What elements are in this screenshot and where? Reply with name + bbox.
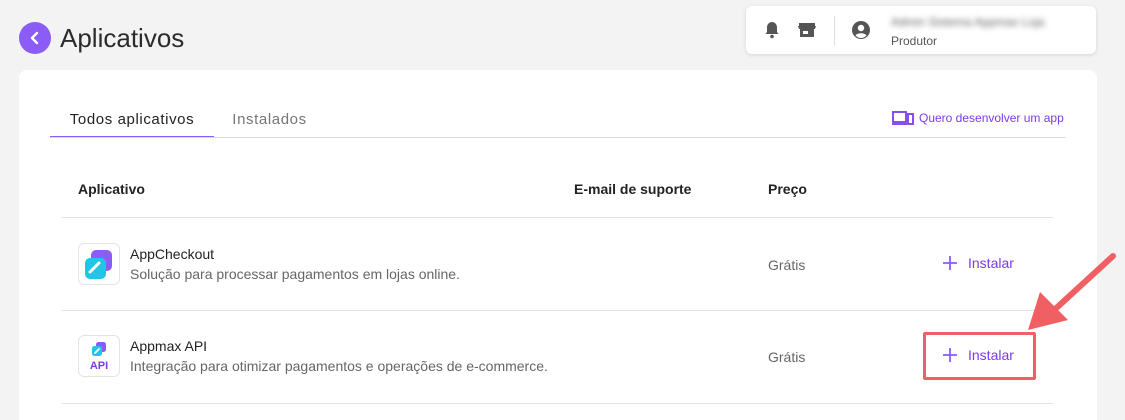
install-button-appcheckout[interactable]: Instalar xyxy=(942,255,1014,271)
table-divider xyxy=(62,217,1053,218)
api-logo-text: API xyxy=(89,360,109,372)
highlight-box xyxy=(923,332,1036,380)
table-divider xyxy=(62,310,1053,311)
arrow-annotation-icon xyxy=(1028,253,1116,330)
account-circle-icon[interactable] xyxy=(851,20,871,40)
app-name: Appmax API xyxy=(130,338,208,354)
appcheckout-logo xyxy=(78,243,120,285)
install-label: Instalar xyxy=(968,255,1014,271)
user-name: Admin Sistema Appmax Loja xyxy=(891,15,1045,29)
column-header-email: E-mail de suporte xyxy=(574,181,692,197)
plus-icon xyxy=(943,256,957,270)
app-description: Solução para processar pagamentos em loj… xyxy=(130,266,460,282)
store-icon[interactable] xyxy=(797,20,817,40)
table-divider xyxy=(62,403,1053,404)
develop-app-link[interactable]: Quero desenvolver um app xyxy=(892,110,1064,126)
column-header-app: Aplicativo xyxy=(78,181,145,197)
column-header-price: Preço xyxy=(768,181,807,197)
app-price: Grátis xyxy=(768,257,806,273)
app-description: Integração para otimizar pagamentos e op… xyxy=(130,358,548,374)
back-button[interactable] xyxy=(19,22,51,54)
page-title: Aplicativos xyxy=(60,23,185,53)
develop-app-label: Quero desenvolver um app xyxy=(919,111,1064,125)
user-role: Produtor xyxy=(891,34,938,48)
bell-icon[interactable] xyxy=(762,20,782,40)
devices-icon xyxy=(892,111,914,125)
chevron-left-icon xyxy=(30,31,39,45)
toolbar-divider xyxy=(834,16,835,46)
tab-todos-aplicativos[interactable]: Todos aplicativos xyxy=(50,106,214,138)
app-name: AppCheckout xyxy=(130,246,215,262)
tabs-divider xyxy=(50,137,1066,138)
tab-instalados[interactable]: Instalados xyxy=(214,106,325,138)
app-price: Grátis xyxy=(768,349,806,365)
appmax-api-logo: API xyxy=(78,335,120,377)
user-toolbar: Admin Sistema Appmax Loja Produtor xyxy=(746,6,1096,54)
